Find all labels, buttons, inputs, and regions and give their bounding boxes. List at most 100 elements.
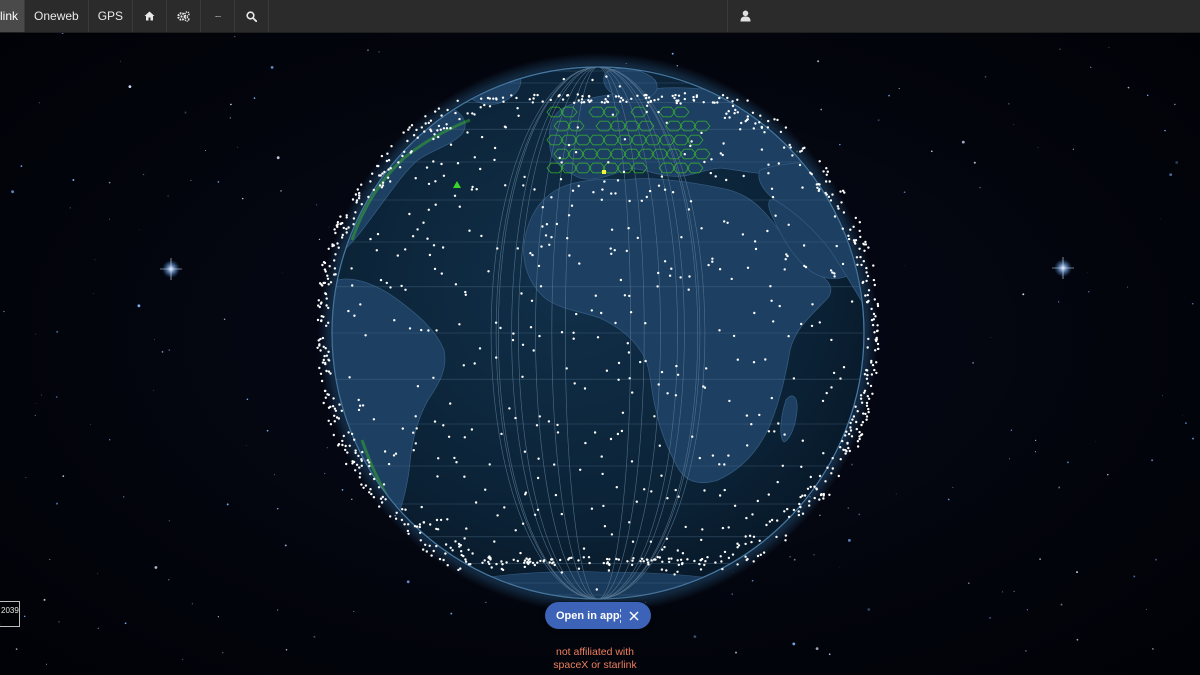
satellite[interactable]	[818, 498, 821, 501]
satellite[interactable]	[495, 97, 498, 100]
satellite[interactable]	[429, 128, 432, 131]
satellite[interactable]	[819, 493, 823, 497]
satellite[interactable]	[839, 377, 842, 380]
satellite[interactable]	[383, 170, 386, 174]
satellite[interactable]	[770, 187, 774, 190]
satellite[interactable]	[607, 161, 610, 164]
satellite[interactable]	[354, 469, 357, 472]
satellite[interactable]	[496, 247, 499, 250]
satellite[interactable]	[676, 373, 680, 376]
satellite[interactable]	[454, 283, 458, 286]
satellite[interactable]	[865, 415, 869, 418]
satellite[interactable]	[355, 463, 359, 466]
satellite[interactable]	[854, 239, 858, 242]
satellite[interactable]	[385, 159, 389, 163]
satellite[interactable]	[723, 116, 727, 120]
satellite[interactable]	[592, 191, 595, 194]
satellite[interactable]	[514, 416, 517, 420]
satellite[interactable]	[733, 112, 736, 115]
satellite[interactable]	[386, 152, 389, 155]
satellite[interactable]	[408, 126, 411, 129]
satellite[interactable]	[318, 305, 321, 309]
satellite[interactable]	[545, 223, 549, 226]
satellite[interactable]	[840, 201, 843, 204]
satellite[interactable]	[605, 75, 608, 78]
satellite[interactable]	[660, 370, 664, 374]
satellite[interactable]	[408, 212, 411, 216]
satellite[interactable]	[671, 94, 674, 98]
satellite[interactable]	[353, 438, 356, 441]
satellite[interactable]	[647, 563, 650, 566]
satellite[interactable]	[425, 166, 429, 169]
satellite[interactable]	[357, 197, 361, 200]
satellite[interactable]	[503, 506, 506, 509]
satellite[interactable]	[333, 228, 336, 231]
satellite[interactable]	[718, 463, 721, 466]
satellite[interactable]	[372, 418, 376, 421]
satellite[interactable]	[867, 407, 870, 411]
satellite[interactable]	[355, 201, 358, 204]
satellite[interactable]	[635, 500, 638, 503]
satellite[interactable]	[516, 559, 519, 563]
satellite[interactable]	[627, 227, 630, 230]
satellite[interactable]	[874, 315, 877, 318]
satellite[interactable]	[754, 247, 758, 251]
satellite[interactable]	[357, 408, 361, 412]
satellite[interactable]	[568, 254, 571, 257]
satellite[interactable]	[726, 221, 729, 224]
satellite[interactable]	[516, 247, 519, 250]
satellite[interactable]	[856, 445, 860, 448]
satellite[interactable]	[718, 329, 721, 332]
satellite[interactable]	[324, 362, 327, 366]
satellite[interactable]	[602, 504, 605, 508]
satellite[interactable]	[833, 215, 837, 218]
satellite[interactable]	[325, 369, 328, 373]
satellite[interactable]	[327, 370, 331, 373]
satellite[interactable]	[663, 188, 667, 191]
satellite[interactable]	[614, 95, 618, 98]
satellite[interactable]	[394, 452, 398, 455]
satellite[interactable]	[523, 561, 526, 564]
satellite[interactable]	[718, 268, 722, 271]
satellite[interactable]	[786, 507, 789, 511]
satellite[interactable]	[646, 561, 650, 564]
satellite[interactable]	[573, 382, 576, 385]
satellite[interactable]	[849, 228, 852, 231]
satellite[interactable]	[341, 439, 344, 443]
satellite[interactable]	[831, 467, 834, 470]
satellite[interactable]	[720, 560, 723, 563]
nav-item-oneweb[interactable]: Oneweb	[25, 0, 89, 32]
satellite[interactable]	[760, 148, 764, 151]
satellite[interactable]	[698, 562, 701, 566]
satellite[interactable]	[434, 180, 437, 183]
satellite[interactable]	[618, 85, 621, 88]
satellite[interactable]	[808, 500, 811, 503]
satellite[interactable]	[596, 336, 600, 339]
satellite[interactable]	[679, 102, 682, 105]
satellite[interactable]	[772, 320, 775, 323]
satellite[interactable]	[766, 229, 769, 233]
satellite[interactable]	[342, 226, 345, 230]
satellite[interactable]	[801, 439, 804, 442]
satellite[interactable]	[529, 326, 533, 329]
satellite[interactable]	[822, 497, 825, 500]
satellite[interactable]	[358, 476, 361, 479]
satellite[interactable]	[434, 203, 437, 206]
satellite[interactable]	[455, 461, 458, 464]
satellite[interactable]	[539, 559, 542, 563]
satellite[interactable]	[416, 385, 420, 388]
satellite[interactable]	[750, 540, 753, 544]
satellite[interactable]	[644, 96, 648, 100]
satellite[interactable]	[359, 303, 362, 306]
satellite[interactable]	[742, 174, 745, 178]
satellite[interactable]	[442, 558, 445, 562]
satellite[interactable]	[804, 265, 808, 269]
satellite[interactable]	[425, 550, 428, 553]
satellite[interactable]	[683, 153, 686, 156]
satellite[interactable]	[327, 393, 330, 396]
satellite[interactable]	[333, 259, 336, 262]
satellite[interactable]	[433, 133, 436, 136]
satellite[interactable]	[558, 156, 561, 160]
satellite[interactable]	[378, 184, 382, 187]
satellite[interactable]	[689, 144, 692, 148]
